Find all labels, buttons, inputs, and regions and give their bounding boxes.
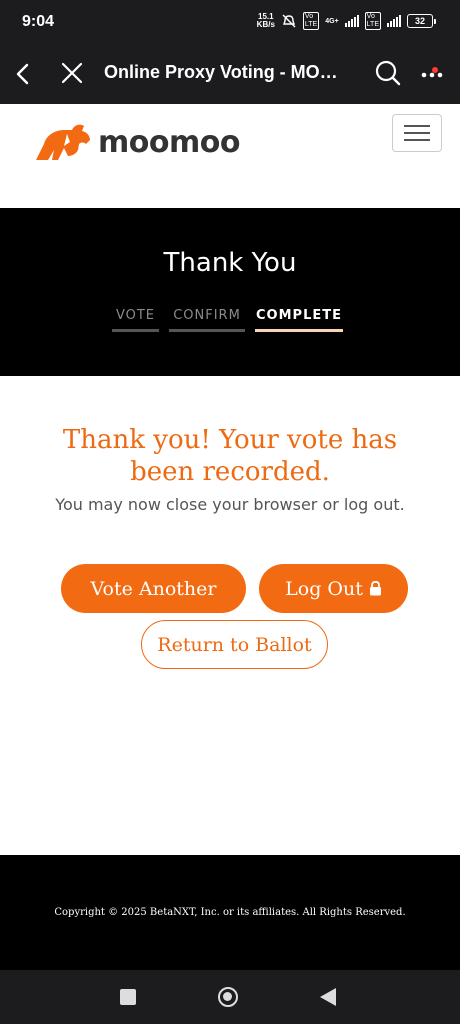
- search-icon[interactable]: [374, 59, 402, 87]
- vote-another-label: Vote Another: [90, 577, 217, 600]
- home-icon[interactable]: [218, 987, 238, 1007]
- battery-icon: 32: [407, 14, 436, 28]
- log-out-button[interactable]: Log Out: [259, 564, 408, 613]
- hamburger-icon: [404, 125, 430, 127]
- system-nav-bar: [0, 970, 460, 1024]
- confirmation-subtext: You may now close your browser or log ou…: [55, 495, 405, 514]
- nav-back-icon[interactable]: [320, 988, 336, 1006]
- step-vote: VOTE: [112, 308, 159, 332]
- status-icons: 15.1 KB/s Vo LTE 4G+ Vo LTE 32: [257, 12, 436, 30]
- mute-icon: [282, 14, 296, 28]
- site-footer: Copyright © 2025 BetaNXT, Inc. or its af…: [0, 855, 460, 970]
- net-speed: 15.1 KB/s: [257, 13, 275, 29]
- menu-toggle-button[interactable]: [392, 114, 442, 152]
- more-icon: [421, 72, 443, 78]
- recents-icon[interactable]: [120, 989, 136, 1005]
- confirmation-heading: Thank you! Your vote has been recorded.: [62, 425, 398, 487]
- copyright-text: Copyright © 2025 BetaNXT, Inc. or its af…: [54, 907, 406, 918]
- signal-icon: [344, 15, 359, 27]
- logo-text: moomoo: [98, 124, 240, 160]
- battery-level: 32: [407, 14, 433, 28]
- moomoo-logo[interactable]: moomoo: [34, 122, 240, 162]
- net-speed-unit: KB/s: [256, 20, 275, 29]
- network-type: 4G+: [325, 17, 339, 25]
- volte-icon: Vo LTE: [302, 12, 320, 30]
- vote-another-button[interactable]: Vote Another: [61, 564, 246, 613]
- bull-logo-icon: [36, 124, 90, 160]
- back-icon[interactable]: [10, 60, 38, 88]
- status-time: 9:04: [22, 13, 55, 30]
- lock-icon: [369, 581, 381, 596]
- browser-app-bar: Online Proxy Voting - MO…: [0, 46, 460, 104]
- status-bar: 9:04 15.1 KB/s Vo LTE 4G+ Vo LTE 32: [0, 0, 460, 46]
- site-header: moomoo: [0, 104, 460, 208]
- return-to-ballot-button[interactable]: Return to Ballot: [141, 620, 328, 669]
- hero-banner: Thank You VOTE CONFIRM COMPLETE: [0, 208, 460, 376]
- log-out-label: Log Out: [285, 577, 363, 600]
- more-options-button[interactable]: [418, 59, 448, 87]
- return-to-ballot-label: Return to Ballot: [157, 633, 312, 656]
- close-icon[interactable]: [58, 59, 86, 87]
- hero-title: Thank You: [163, 248, 297, 278]
- volte-icon-2: Vo LTE: [364, 12, 381, 30]
- step-complete: COMPLETE: [255, 308, 343, 332]
- notification-dot: [432, 67, 438, 73]
- page-title: Online Proxy Voting - MO…: [104, 62, 338, 82]
- signal-icon-2: [387, 15, 401, 27]
- step-confirm: CONFIRM: [169, 308, 245, 332]
